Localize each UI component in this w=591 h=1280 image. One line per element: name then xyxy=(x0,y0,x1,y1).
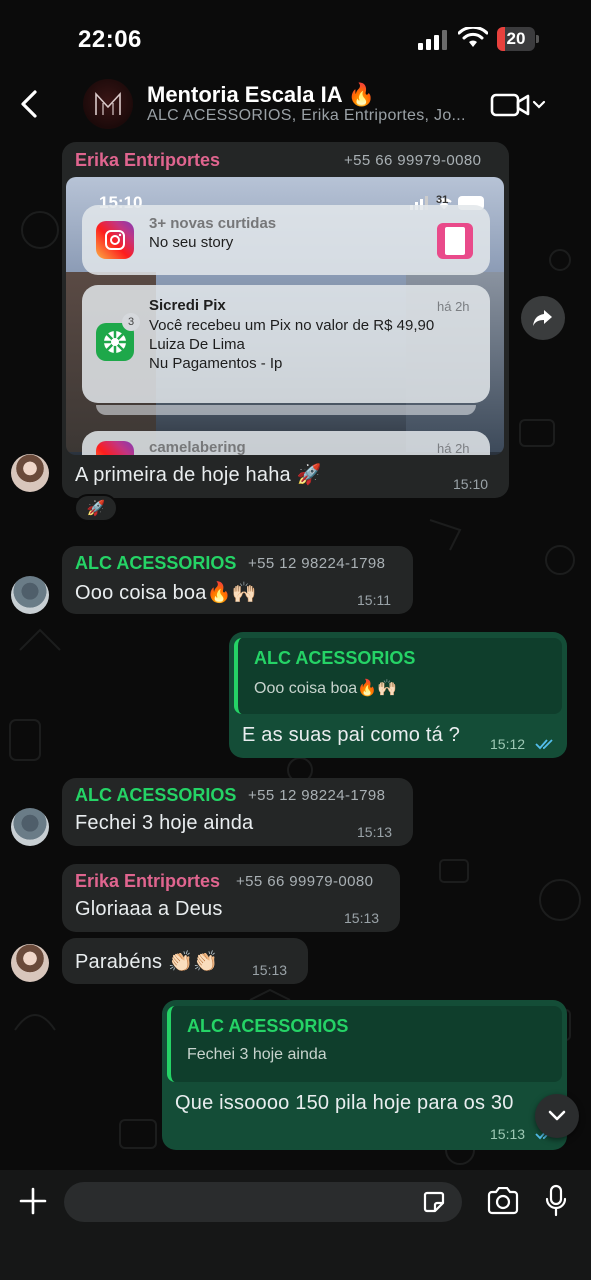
microphone-icon xyxy=(545,1184,567,1217)
scroll-down-button[interactable] xyxy=(535,1094,579,1138)
message-bubble-outgoing[interactable]: ALC ACESSORIOS Ooo coisa boa🔥🙌🏻 E as sua… xyxy=(229,632,567,758)
story-thumbnail xyxy=(437,223,473,259)
notification-text: Nu Pagamentos - Ip xyxy=(149,355,283,372)
quoted-sender: ALC ACESSORIOS xyxy=(254,648,416,668)
message-reaction[interactable]: 🚀 xyxy=(74,494,118,522)
notification-instagram-2: camelabering há 2h xyxy=(82,431,490,455)
plus-icon xyxy=(19,1187,47,1215)
notification-pix: 3 Sicredi Pix há 2h Você recebeu um Pix … xyxy=(82,285,490,403)
instagram-icon xyxy=(96,441,134,455)
sender-phone: +55 12 98224-1798 xyxy=(248,555,386,572)
sender-phone: +55 12 98224-1798 xyxy=(248,787,386,804)
forward-arrow-icon xyxy=(533,310,552,326)
camera-button[interactable] xyxy=(485,1184,521,1218)
avatar[interactable] xyxy=(11,576,49,614)
group-members[interactable]: ALC ACESSORIOS, Erika Entriportes, Jo... xyxy=(147,107,466,125)
sender-name[interactable]: Erika Entriportes xyxy=(75,871,220,892)
input-bar xyxy=(0,1170,591,1280)
status-time: 22:06 xyxy=(78,26,142,53)
notification-age: há 2h xyxy=(437,299,470,314)
quoted-text: Fechei 3 hoje ainda xyxy=(187,1046,327,1063)
status-bar: 22:06 20 xyxy=(0,0,591,76)
group-title[interactable]: Mentoria Escala IA 🔥 xyxy=(147,82,375,108)
message-bubble[interactable]: ALC ACESSORIOS +55 12 98224-1798 Ooo coi… xyxy=(62,546,413,614)
message-time: 15:13 xyxy=(357,824,393,840)
group-logo-icon xyxy=(95,91,121,115)
notification-title: Sicredi Pix xyxy=(149,297,226,314)
notification-text: Luiza De Lima xyxy=(149,336,245,353)
sticker-icon xyxy=(423,1191,445,1213)
wifi-icon xyxy=(458,27,488,47)
group-avatar[interactable] xyxy=(83,79,133,129)
sender-phone: +55 66 99979-0080 xyxy=(344,152,482,169)
back-button[interactable] xyxy=(12,84,46,124)
message-time: 15:13 xyxy=(490,1126,526,1142)
notification-age: há 2h xyxy=(437,441,470,455)
message-time: 15:11 xyxy=(357,592,391,608)
notification-title: 3+ novas curtidas xyxy=(149,215,277,232)
avatar[interactable] xyxy=(11,944,49,982)
message-text: E as suas pai como tá ? xyxy=(242,724,461,746)
chat-header: Mentoria Escala IA 🔥 ALC ACESSORIOS, Eri… xyxy=(0,76,591,134)
message-text: Ooo coisa boa🔥🙌🏻 xyxy=(75,582,257,604)
quoted-message[interactable]: ALC ACESSORIOS Ooo coisa boa🔥🙌🏻 xyxy=(234,638,562,714)
read-ticks-icon xyxy=(535,739,553,750)
avatar[interactable] xyxy=(11,454,49,492)
message-text: A primeira de hoje haha 🚀 xyxy=(75,464,322,486)
chevron-down-icon xyxy=(548,1110,566,1121)
quoted-sender: ALC ACESSORIOS xyxy=(187,1016,349,1036)
sender-name[interactable]: ALC ACESSORIOS xyxy=(75,785,236,806)
sender-name[interactable]: Erika Entriportes xyxy=(75,150,220,171)
notification-stack-shadow xyxy=(96,405,476,415)
message-bubble[interactable]: Parabéns 👏🏻👏🏻 15:13 xyxy=(62,938,308,984)
message-list[interactable]: Erika Entriportes +55 66 99979-0080 15:1… xyxy=(0,134,591,1170)
camera-icon xyxy=(487,1187,519,1215)
message-text: Que issoooo 150 pila hoje para os 30 xyxy=(175,1092,514,1114)
message-input[interactable] xyxy=(64,1182,462,1222)
shared-image[interactable]: 15:10 31 3+ novas curtidas No seu story … xyxy=(66,177,504,455)
notification-text: Você recebeu um Pix no valor de R$ 49,90 xyxy=(149,317,435,334)
attach-button[interactable] xyxy=(16,1184,50,1218)
signal-icon xyxy=(418,30,447,50)
message-text: Fechei 3 hoje ainda xyxy=(75,812,254,834)
message-text: Gloriaaa a Deus xyxy=(75,898,223,920)
message-bubble[interactable]: Erika Entriportes +55 66 99979-0080 Glor… xyxy=(62,864,400,932)
avatar[interactable] xyxy=(11,808,49,846)
sender-phone: +55 66 99979-0080 xyxy=(236,873,374,890)
chevron-left-icon xyxy=(21,90,37,118)
instagram-icon xyxy=(96,221,134,259)
video-call-button[interactable] xyxy=(490,90,550,120)
notification-instagram: 3+ novas curtidas No seu story xyxy=(82,205,490,275)
message-bubble-outgoing[interactable]: ALC ACESSORIOS Fechei 3 hoje ainda Que i… xyxy=(162,1000,567,1150)
video-camera-icon xyxy=(490,93,530,117)
message-bubble[interactable]: ALC ACESSORIOS +55 12 98224-1798 Fechei … xyxy=(62,778,413,846)
message-time: 15:12 xyxy=(490,736,526,752)
message-text: Parabéns 👏🏻👏🏻 xyxy=(75,951,219,973)
chevron-down-icon xyxy=(532,100,546,109)
notification-title: camelabering xyxy=(149,439,246,455)
message-time: 15:13 xyxy=(252,962,288,978)
sticker-button[interactable] xyxy=(418,1186,450,1218)
sender-name[interactable]: ALC ACESSORIOS xyxy=(75,553,236,574)
message-time: 15:13 xyxy=(344,910,380,926)
battery-indicator: 20 xyxy=(497,27,539,51)
battery-percent: 20 xyxy=(506,29,526,48)
notification-count-badge: 3 xyxy=(122,313,140,331)
forward-button[interactable] xyxy=(521,296,565,340)
microphone-button[interactable] xyxy=(540,1182,572,1220)
quoted-text: Ooo coisa boa🔥🙌🏻 xyxy=(254,680,398,697)
notification-text: No seu story xyxy=(149,234,234,251)
quoted-message[interactable]: ALC ACESSORIOS Fechei 3 hoje ainda xyxy=(167,1006,562,1082)
message-time: 15:10 xyxy=(453,476,489,492)
